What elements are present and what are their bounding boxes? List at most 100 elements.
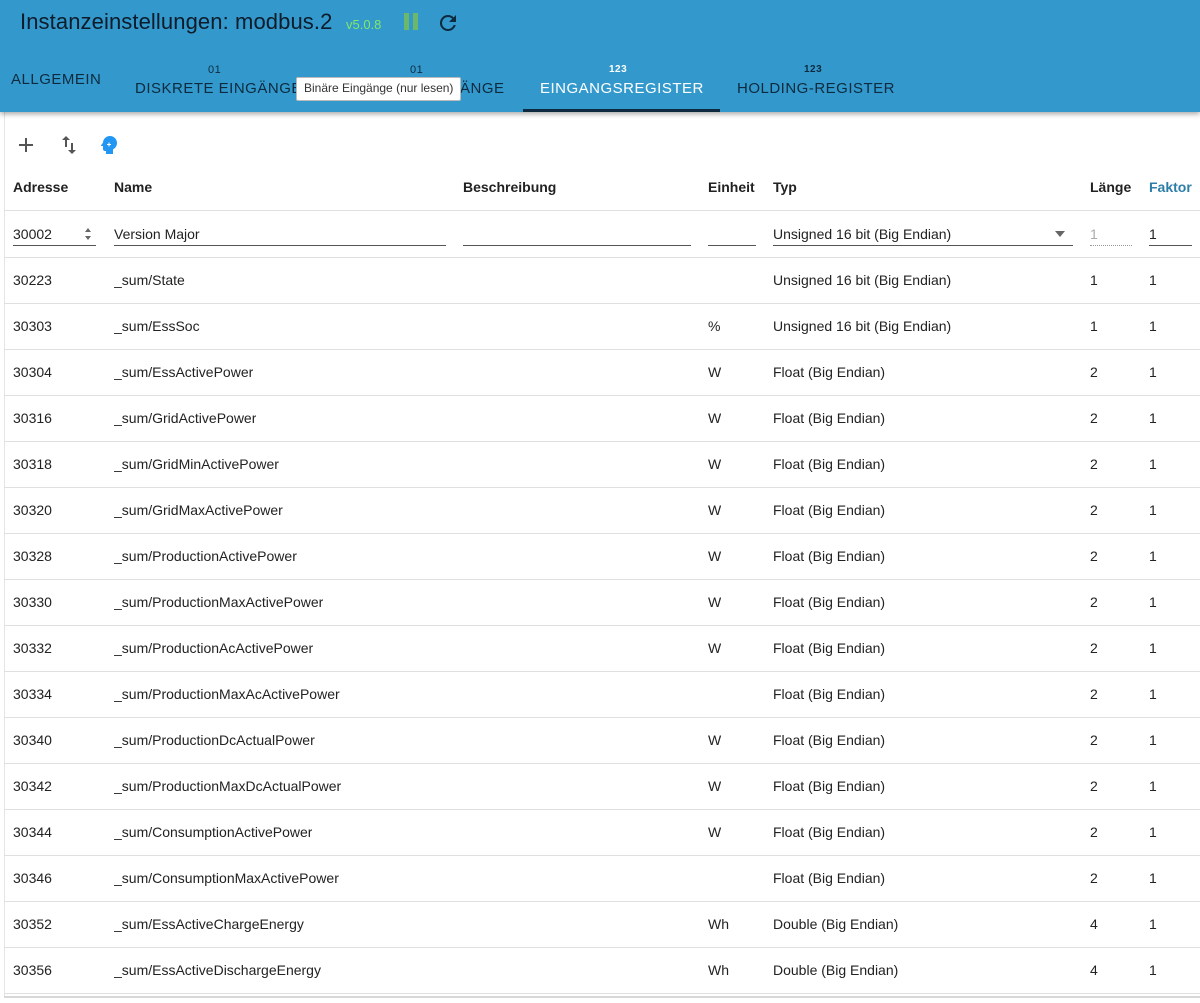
plus-icon[interactable] <box>14 133 38 157</box>
factor-cell: 1 <box>1149 364 1157 380</box>
type-cell: Float (Big Endian) <box>773 364 886 380</box>
name-cell: _sum/ProductionDcActualPower <box>114 732 315 748</box>
refresh-icon[interactable] <box>436 11 460 35</box>
address-input-value: 30002 <box>13 226 52 242</box>
factor-cell: 1 <box>1149 502 1157 518</box>
column-header-beschreibung[interactable]: Beschreibung <box>463 179 556 195</box>
address-cell: 30316 <box>13 410 52 426</box>
length-cell: 2 <box>1090 732 1098 748</box>
table-row[interactable]: 30223 _sum/State Unsigned 16 bit (Big Endi… <box>4 257 1200 304</box>
name-input[interactable]: Version Major <box>114 224 446 246</box>
length-cell: 2 <box>1090 640 1098 656</box>
column-header-laenge[interactable]: Länge <box>1090 179 1131 195</box>
address-cell: 30328 <box>13 548 52 564</box>
unit-cell: W <box>708 640 722 656</box>
type-select[interactable]: Unsigned 16 bit (Big Endian) <box>773 224 1073 246</box>
factor-cell: 1 <box>1149 318 1157 334</box>
table-row[interactable]: 30304 _sum/EssActivePower W Float (Big Endi… <box>4 349 1200 396</box>
unit-cell: W <box>708 502 722 518</box>
name-cell: _sum/ProductionMaxDcActualPower <box>114 778 342 794</box>
length-cell: 2 <box>1090 778 1098 794</box>
length-cell: 2 <box>1090 410 1098 426</box>
address-cell: 30340 <box>13 732 52 748</box>
address-cell: 30346 <box>13 870 52 886</box>
column-header-faktor[interactable]: Faktor <box>1149 179 1192 195</box>
table-row[interactable]: 30344 _sum/ConsumptionActivePower W Float (… <box>4 809 1200 856</box>
address-cell: 30223 <box>13 272 52 288</box>
tab-label: EINGANGSREGISTER <box>540 80 704 97</box>
length-cell: 4 <box>1090 916 1098 932</box>
chevron-down-icon[interactable] <box>1054 230 1066 238</box>
length-cell: 2 <box>1090 364 1098 380</box>
factor-cell: 1 <box>1149 870 1157 886</box>
table-row[interactable]: 30352 _sum/EssActiveChargeEnergy Wh Double … <box>4 901 1200 948</box>
type-cell: Double (Big Endian) <box>773 962 899 978</box>
type-cell: Float (Big Endian) <box>773 456 886 472</box>
factor-cell: 1 <box>1149 916 1157 932</box>
name-cell: _sum/GridMinActivePower <box>114 456 279 472</box>
table-row[interactable]: 30328 _sum/ProductionActivePower W Float (B… <box>4 533 1200 580</box>
spinner-icon[interactable] <box>83 227 93 241</box>
name-cell: _sum/ProductionMaxActivePower <box>114 594 324 610</box>
address-cell: 30352 <box>13 916 52 932</box>
address-cell: 30318 <box>13 456 52 472</box>
address-cell: 30303 <box>13 318 52 334</box>
factor-cell: 1 <box>1149 962 1157 978</box>
factor-cell: 1 <box>1149 410 1157 426</box>
tab-caption: 123 <box>609 64 628 75</box>
tab-caption: 01 <box>410 64 424 76</box>
tab-caption: 123 <box>804 64 823 75</box>
page-title: Instanzeinstellungen: modbus.2 <box>20 9 333 34</box>
description-input[interactable] <box>463 224 691 246</box>
address-cell: 30320 <box>13 502 52 518</box>
unit-cell: Wh <box>708 962 729 978</box>
table-row[interactable]: 30346 _sum/ConsumptionMaxActivePower Float… <box>4 855 1200 902</box>
address-cell: 30332 <box>13 640 52 656</box>
brain-head-icon[interactable] <box>97 133 121 157</box>
version-label: v5.0.8 <box>346 17 382 32</box>
edit-row: 30002 Version Major Unsigned 16 bit (Big… <box>4 211 1200 258</box>
table-row[interactable]: 30330 _sum/ProductionMaxActivePower W Float… <box>4 579 1200 626</box>
name-cell: _sum/ConsumptionActivePower <box>114 824 313 840</box>
tab-label: ALLGEMEIN <box>11 71 102 88</box>
column-header-typ[interactable]: Typ <box>773 179 797 195</box>
name-cell: _sum/ProductionActivePower <box>114 548 297 564</box>
length-cell: 4 <box>1090 962 1098 978</box>
unit-cell: W <box>708 548 722 564</box>
length-cell: 2 <box>1090 594 1098 610</box>
table-row[interactable]: 30318 _sum/GridMinActivePower W Float (Big … <box>4 441 1200 488</box>
length-cell: 2 <box>1090 870 1098 886</box>
sort-arrows-icon[interactable] <box>57 133 81 157</box>
unit-cell: W <box>708 732 722 748</box>
table-row[interactable]: 30303 _sum/EssSoc% Unsigned 16 bit (Big En… <box>4 303 1200 350</box>
column-header-einheit[interactable]: Einheit <box>708 179 755 195</box>
type-cell: Float (Big Endian) <box>773 548 886 564</box>
factor-input[interactable]: 1 <box>1149 224 1192 246</box>
column-header-name[interactable]: Name <box>114 179 152 195</box>
address-cell: 30334 <box>13 686 52 702</box>
address-cell: 30342 <box>13 778 52 794</box>
name-cell: _sum/EssActiveChargeEnergy <box>114 916 304 932</box>
unit-cell: W <box>708 364 722 380</box>
table-row[interactable]: 30340 _sum/ProductionDcActualPower W Float … <box>4 717 1200 764</box>
type-cell: Float (Big Endian) <box>773 870 886 886</box>
unit-cell: W <box>708 410 722 426</box>
name-cell: _sum/ProductionMaxAcActivePower <box>114 686 340 702</box>
length-cell: 2 <box>1090 824 1098 840</box>
unit-cell: W <box>708 778 722 794</box>
factor-cell: 1 <box>1149 778 1157 794</box>
column-header-adresse[interactable]: Adresse <box>13 179 68 195</box>
table-row[interactable]: 30334 _sum/ProductionMaxAcActivePower Floa… <box>4 671 1200 718</box>
table-row[interactable]: 30316 _sum/GridActivePower W Float (Big End… <box>4 395 1200 442</box>
table-row[interactable]: 30356 _sum/EssActiveDischargeEnergy Wh Doub… <box>4 947 1200 994</box>
table-row[interactable]: 30342 _sum/ProductionMaxDcActualPower W Flo… <box>4 763 1200 810</box>
table-row[interactable]: 30320 _sum/GridMaxActivePower W Float (Big … <box>4 487 1200 534</box>
tab-label-fragment: ÄNGE <box>460 80 505 97</box>
pause-icon[interactable] <box>403 13 419 31</box>
name-cell: _sum/EssSoc <box>114 318 200 334</box>
table-row[interactable]: 30332 _sum/ProductionAcActivePower W Float … <box>4 625 1200 672</box>
unit-input[interactable] <box>708 224 756 246</box>
type-cell: Float (Big Endian) <box>773 640 886 656</box>
type-cell: Unsigned 16 bit (Big Endian) <box>773 318 952 334</box>
type-cell: Float (Big Endian) <box>773 732 886 748</box>
